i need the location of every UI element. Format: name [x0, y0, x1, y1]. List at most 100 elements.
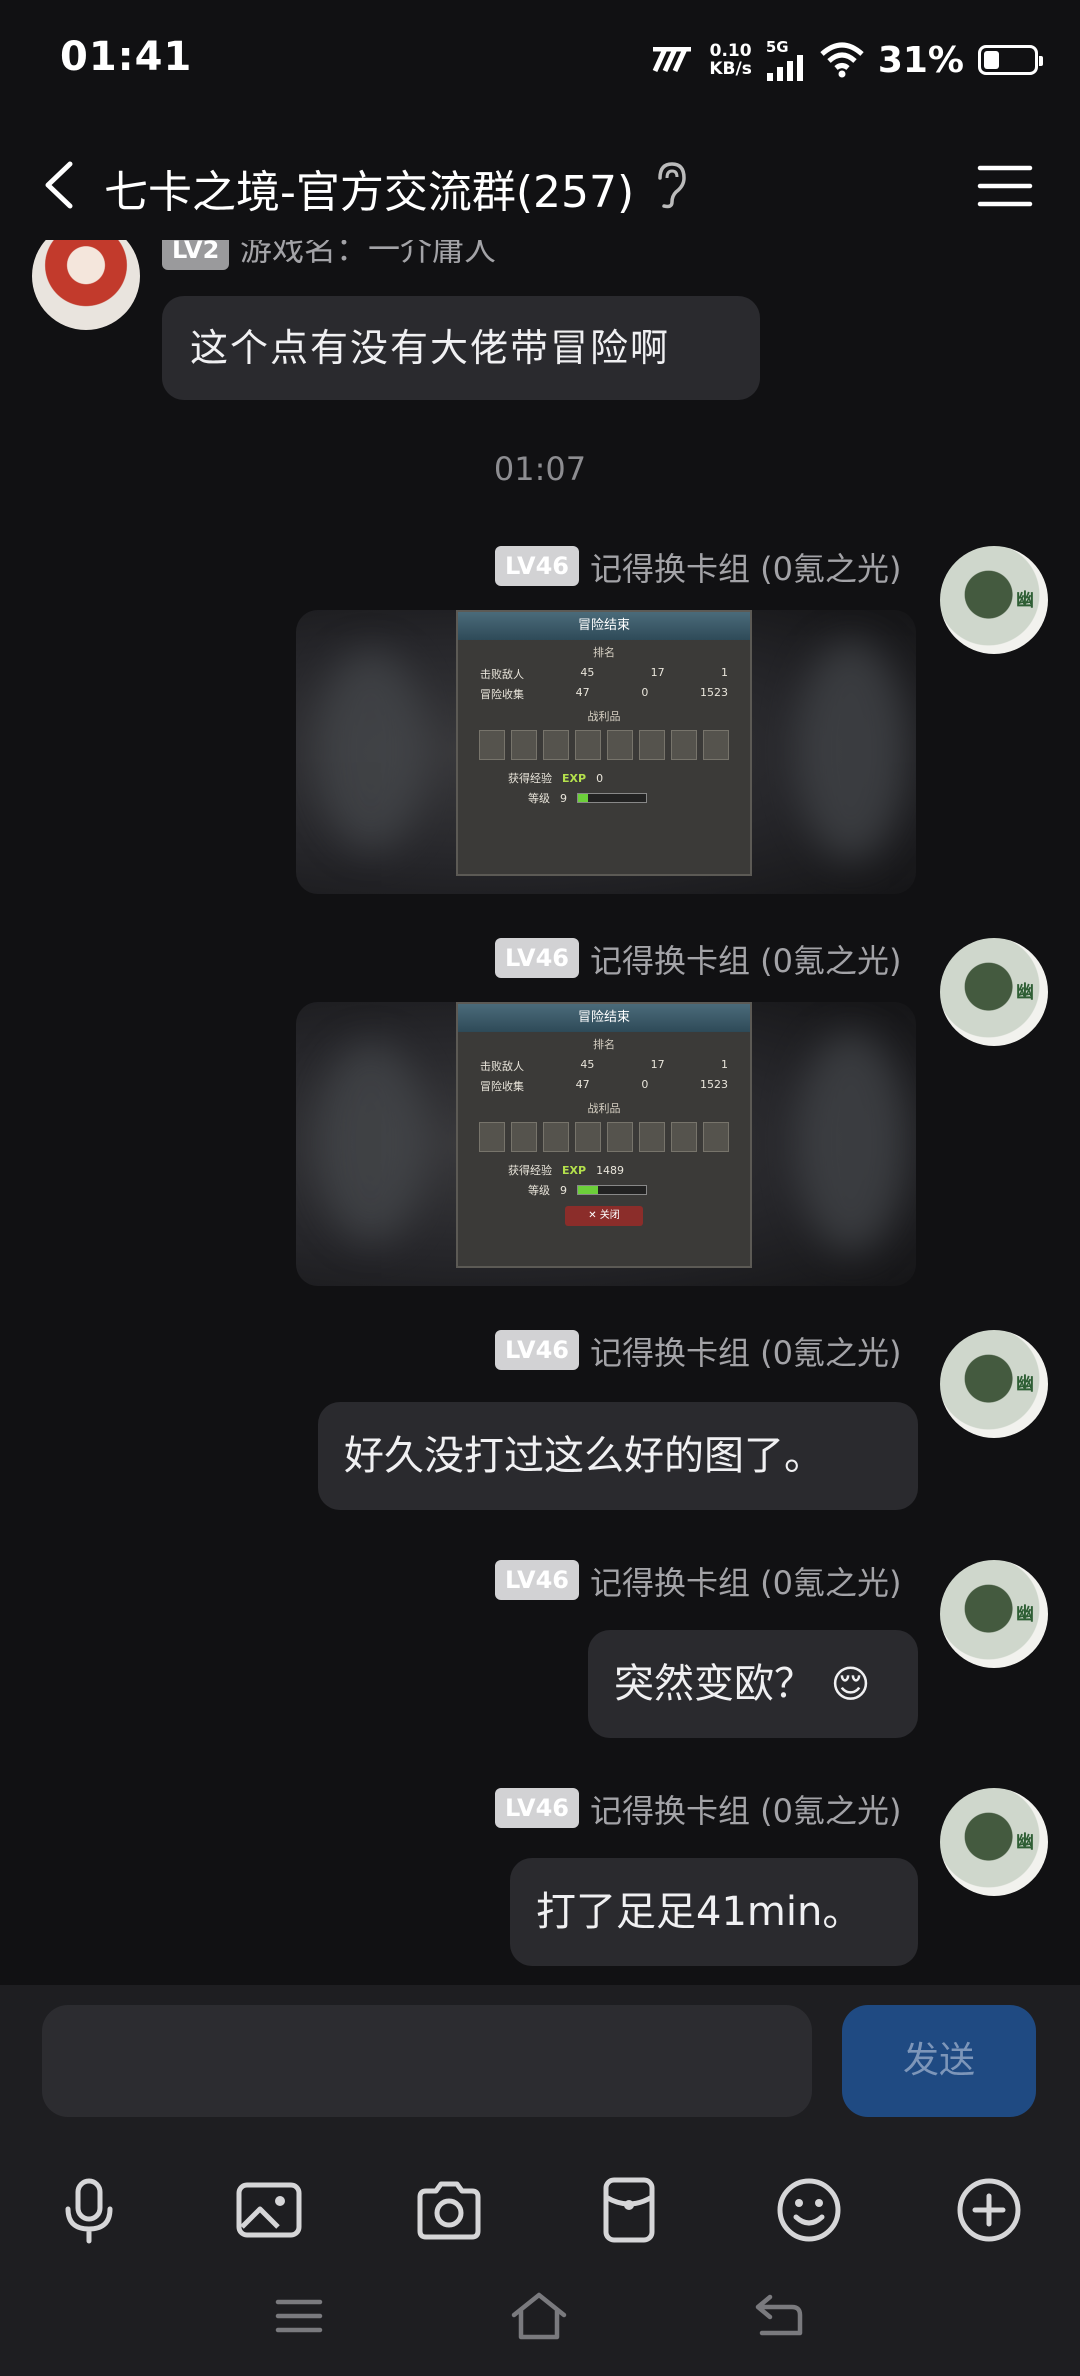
network-speed-unit: KB/s — [709, 59, 752, 79]
exp-label: 获得经验 — [508, 772, 552, 785]
hamburger-menu-icon — [977, 165, 1033, 207]
camera-icon — [417, 2181, 481, 2240]
message-list[interactable]: LV2 游戏名：一介庸人 这个点有没有大佬带冒险啊 01:07 LV46 记得换… — [0, 240, 1080, 1985]
exp-tag: EXP — [562, 1163, 587, 1177]
earpiece-mode-icon[interactable] — [650, 160, 690, 210]
defeat-label: 击败敌人 — [480, 1060, 524, 1073]
status-bar: 01:41 0.10 KB/s 5G 31% — [0, 0, 1080, 120]
relieved-face-emoji-icon: 😌 — [830, 1662, 871, 1706]
home-button[interactable] — [494, 2276, 584, 2356]
level-badge: LV46 — [495, 1330, 579, 1370]
message-bubble[interactable]: 打了足足41min。 — [510, 1858, 918, 1966]
defeat-value: 1 — [720, 666, 728, 679]
voice-button[interactable] — [44, 2165, 134, 2255]
close-button-in-image: ✕ 关闭 — [565, 1206, 643, 1226]
message-input[interactable] — [42, 2005, 812, 2117]
image-message[interactable]: 冒险结束 排名 击败敌人 45 17 1 冒险收集 47 0 1523 战利品 … — [296, 610, 916, 894]
level-badge: LV2 — [162, 240, 230, 270]
back-arrow-icon — [755, 2294, 803, 2336]
signal-icon — [766, 54, 803, 81]
collect-row: 冒险收集 47 0 1523 — [458, 684, 750, 704]
exp-value: 0 — [596, 771, 604, 785]
network-speed-value: 0.10 — [709, 41, 752, 61]
defeat-row: 击败敌人 45 17 1 — [458, 664, 750, 684]
exp-progress-bar — [577, 793, 647, 803]
avatar[interactable] — [940, 1788, 1048, 1896]
defeat-value: 17 — [650, 666, 665, 679]
group-title[interactable]: 七卡之境-官方交流群(257) — [104, 156, 634, 220]
loot-grid — [458, 730, 750, 760]
avatar[interactable] — [940, 546, 1048, 654]
emoji-button[interactable] — [764, 2165, 854, 2255]
close-label: 关闭 — [599, 1210, 620, 1221]
back-button[interactable] — [30, 150, 100, 220]
collect-value: 1523 — [699, 1078, 728, 1091]
network-speed: 0.10 KB/s — [709, 42, 751, 78]
avatar[interactable] — [940, 938, 1048, 1046]
message-text: 突然变欧？ — [614, 1661, 814, 1707]
defeat-value: 17 — [650, 1058, 665, 1071]
exp-row: 获得经验 EXP 0 — [458, 766, 750, 786]
level-label: 等级 — [528, 1184, 550, 1197]
exp-label: 获得经验 — [508, 1164, 552, 1177]
battery-icon — [978, 45, 1043, 75]
more-button[interactable] — [944, 2165, 1034, 2255]
game-result-panel: 冒险结束 排名 击败敌人 45 17 1 冒险收集 47 0 1523 战利品 … — [456, 610, 752, 876]
level-value: 9 — [560, 1183, 567, 1197]
menu-button[interactable] — [974, 156, 1038, 216]
defeat-row: 击败敌人 45 17 1 — [458, 1056, 750, 1076]
image-button[interactable] — [224, 2165, 314, 2255]
collect-label: 冒险收集 — [480, 1080, 524, 1093]
collect-row: 冒险收集 47 0 1523 — [458, 1076, 750, 1096]
sender-name: 记得换卡组 (0氪之光) — [590, 942, 902, 980]
defeat-value: 1 — [720, 1058, 728, 1071]
plus-circle-icon — [957, 2178, 1021, 2242]
level-row: 等级 9 — [458, 1178, 750, 1198]
collect-value: 0 — [641, 686, 649, 699]
status-icons: 0.10 KB/s 5G 31% — [651, 36, 1043, 84]
recent-apps-button[interactable] — [254, 2276, 344, 2356]
loot-grid — [458, 1122, 750, 1152]
panel-title: 冒险结束 — [458, 612, 750, 640]
level-badge: LV46 — [495, 1560, 579, 1600]
collect-value: 0 — [641, 1078, 649, 1091]
collect-value: 47 — [575, 1078, 590, 1091]
collect-value: 47 — [575, 686, 590, 699]
sender-name: 记得换卡组 (0氪之光) — [590, 550, 902, 588]
defeat-value: 45 — [580, 1058, 595, 1071]
message-bubble[interactable]: 好久没打过这么好的图了。 — [318, 1402, 918, 1510]
send-button[interactable]: 发送 — [842, 2005, 1036, 2117]
image-icon — [236, 2182, 302, 2238]
exp-row: 获得经验 EXP 1489 — [458, 1158, 750, 1178]
time-divider: 01:07 — [493, 450, 587, 488]
smiley-icon — [777, 2178, 841, 2242]
exp-value: 1489 — [596, 1163, 625, 1177]
level-badge: LV46 — [495, 1788, 579, 1828]
back-nav-button[interactable] — [734, 2276, 824, 2356]
red-packet-button[interactable] — [584, 2165, 674, 2255]
carrier-logo-icon — [653, 47, 692, 73]
toolbar — [0, 2165, 1080, 2265]
menu-lines-icon — [275, 2299, 323, 2333]
avatar[interactable] — [32, 240, 140, 330]
defeat-label: 击败敌人 — [480, 668, 524, 681]
chat-header: 七卡之境-官方交流群(257) — [0, 130, 1080, 240]
exp-tag: EXP — [562, 771, 587, 785]
battery-percent: 31% — [877, 39, 964, 81]
microphone-icon — [65, 2178, 113, 2244]
level-value: 9 — [560, 791, 567, 805]
message-bubble[interactable]: 这个点有没有大佬带冒险啊 — [162, 296, 760, 400]
sender-name: 记得换卡组 (0氪之光) — [590, 1564, 902, 1602]
collect-label: 冒险收集 — [480, 688, 524, 701]
collect-value: 1523 — [699, 686, 728, 699]
avatar[interactable] — [940, 1560, 1048, 1668]
level-label: 等级 — [528, 792, 550, 805]
sender-name: 游戏名：一介庸人 — [240, 240, 497, 268]
level-badge: LV46 — [495, 546, 579, 586]
image-message[interactable]: 冒险结束 排名 击败敌人 45 17 1 冒险收集 47 0 1523 战利品 … — [296, 1002, 916, 1286]
loot-label: 战利品 — [587, 710, 621, 723]
level-badge: LV46 — [495, 938, 579, 978]
avatar[interactable] — [940, 1330, 1048, 1438]
camera-button[interactable] — [404, 2165, 494, 2255]
message-bubble[interactable]: 突然变欧？ 😌 — [588, 1630, 918, 1738]
